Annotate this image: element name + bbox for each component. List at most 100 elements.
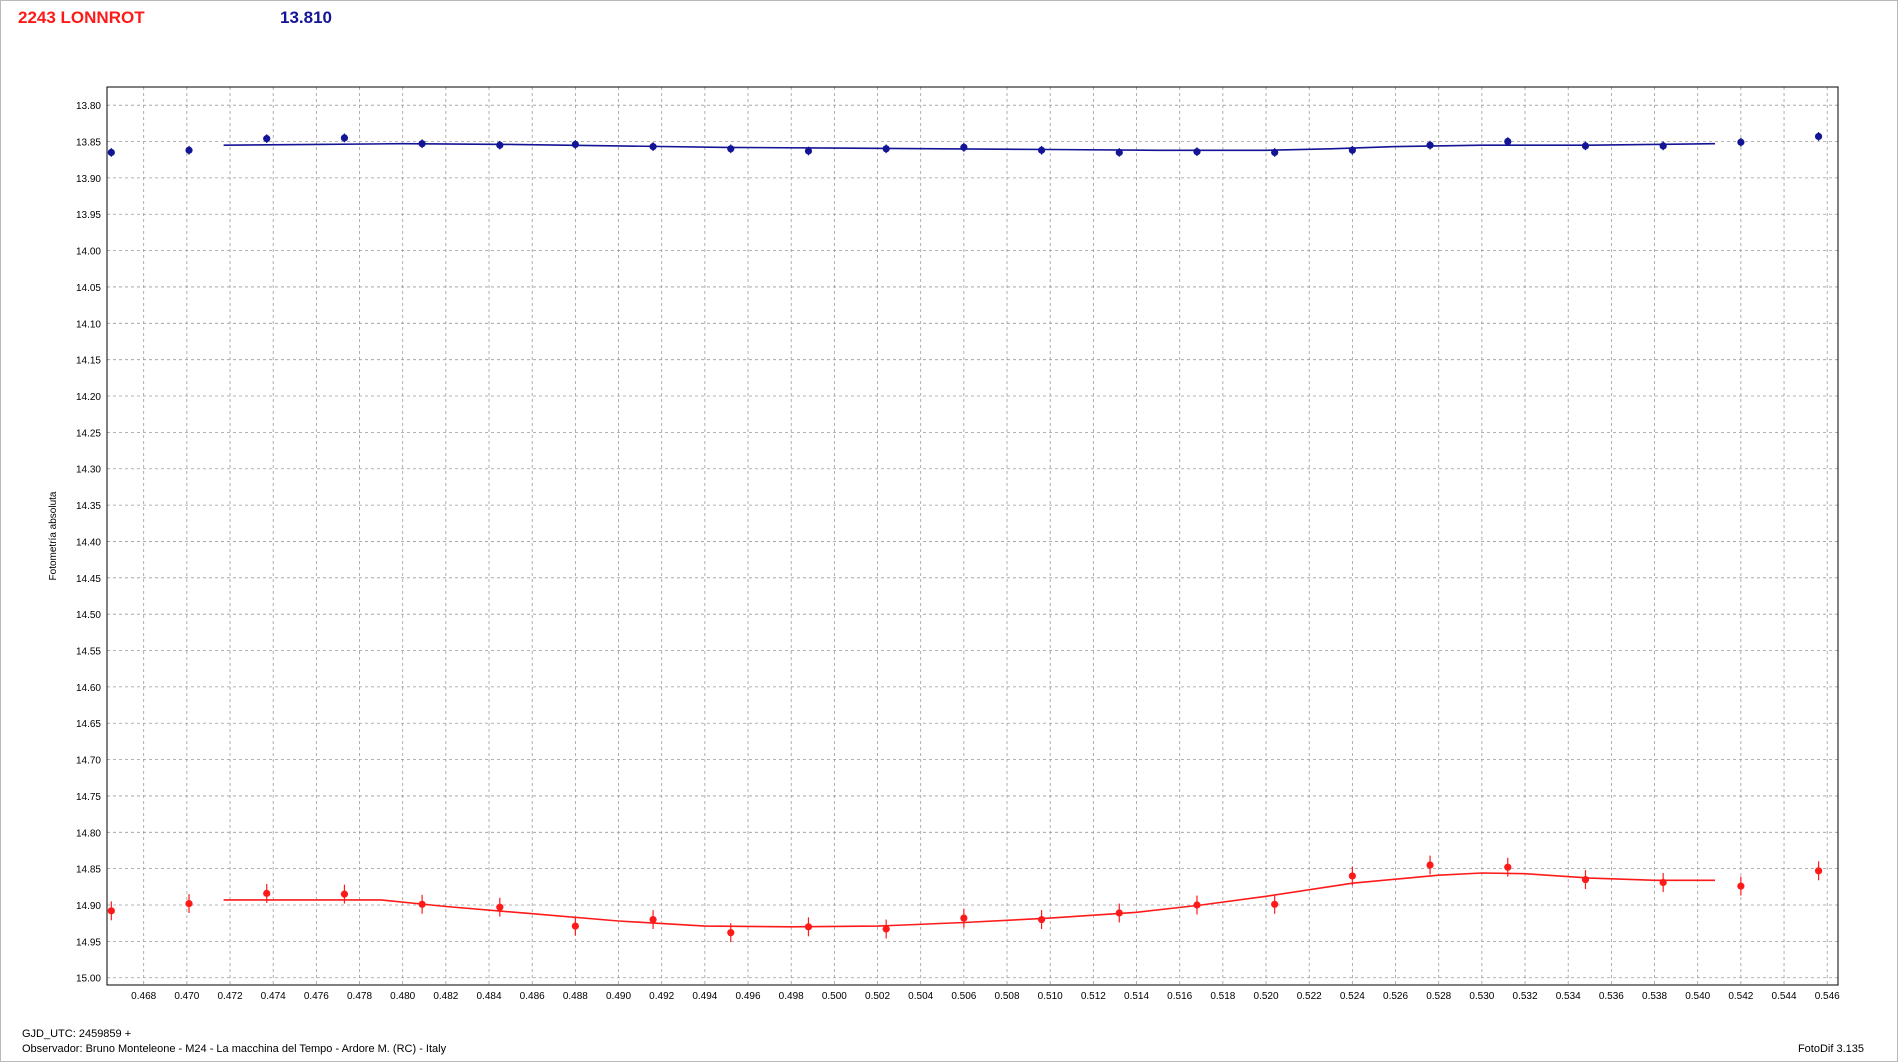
- grid: [107, 87, 1838, 985]
- comparison-series: [107, 132, 1823, 157]
- comparison-data-point: [185, 146, 193, 154]
- target-data-point: [263, 889, 271, 897]
- y-tick-label: 14.50: [76, 610, 101, 621]
- y-tick-label: 14.00: [76, 247, 101, 258]
- x-tick-label: 0.478: [347, 991, 372, 1002]
- target-data-point: [1659, 878, 1667, 887]
- target-data-point: [727, 929, 735, 937]
- x-tick-label: 0.484: [477, 991, 502, 1002]
- comparison-data-point: [1348, 146, 1356, 154]
- comparison-data-point: [1504, 137, 1512, 146]
- x-tick-label: 0.488: [563, 991, 588, 1002]
- target-data-point: [496, 903, 504, 911]
- y-axis-label: Fotometría absoluta: [48, 491, 59, 580]
- y-tick-label: 14.45: [76, 574, 101, 585]
- x-tick-label: 0.474: [261, 991, 286, 1002]
- target-data-point: [107, 907, 115, 915]
- x-tick-label: 0.536: [1599, 991, 1624, 1002]
- x-tick-label: 0.480: [390, 991, 415, 1002]
- comparison-data-point: [1659, 142, 1667, 150]
- x-tick-label: 0.476: [304, 991, 329, 1002]
- x-tick-label: 0.534: [1556, 991, 1581, 1002]
- x-tick-label: 0.546: [1815, 991, 1840, 1002]
- comparison-data-point: [1037, 146, 1046, 154]
- x-tick-label: 0.472: [218, 991, 243, 1002]
- x-tick-label: 0.530: [1469, 991, 1494, 1002]
- target-data-point: [185, 899, 193, 908]
- x-tick-label: 0.494: [692, 991, 717, 1002]
- y-tick-label: 14.35: [76, 501, 101, 512]
- x-tick-label: 0.526: [1383, 991, 1408, 1002]
- comparison-data-point: [1115, 148, 1123, 157]
- y-tick-label: 15.00: [76, 974, 101, 985]
- x-tick-label: 0.508: [995, 991, 1020, 1002]
- x-tick-label: 0.510: [1038, 991, 1063, 1002]
- y-tick-label: 14.10: [76, 319, 101, 330]
- y-tick-label: 13.90: [76, 174, 101, 185]
- light-curve-chart: 0.468 0.470 0.472 0.474 0.476 0.478 0.480 0.482…: [48, 86, 1840, 1002]
- x-tick-label: 0.524: [1340, 991, 1365, 1002]
- y-tick-label: 13.85: [76, 138, 101, 149]
- y-tick-label: 14.55: [76, 647, 101, 658]
- x-tick-label: 0.522: [1297, 991, 1322, 1002]
- x-tick-label: 0.506: [951, 991, 976, 1002]
- comparison-data-point: [1193, 148, 1201, 156]
- comparison-data-point: [340, 134, 349, 142]
- target-data-point: [1814, 867, 1823, 875]
- x-tick-label: 0.504: [908, 991, 933, 1002]
- x-tick-label: 0.520: [1254, 991, 1279, 1002]
- y-tick-label: 14.40: [76, 537, 101, 548]
- series: [107, 132, 1823, 943]
- x-tick-label: 0.542: [1728, 991, 1753, 1002]
- comparison-data-point: [1737, 138, 1745, 146]
- target-data-point: [571, 922, 579, 930]
- comparison-data-point: [1814, 132, 1823, 141]
- comparison-data-point: [571, 140, 579, 149]
- y-tick-label: 14.85: [76, 865, 101, 876]
- y-tick-label: 14.05: [76, 283, 101, 294]
- observer-credit: Observador: Bruno Monteleone - M24 - La …: [22, 1043, 447, 1055]
- x-tick-label: 0.482: [433, 991, 458, 1002]
- target-data-point: [1426, 861, 1434, 869]
- comparison-data-point: [418, 140, 426, 148]
- y-tick-label: 14.75: [76, 792, 101, 803]
- x-tick-label: 0.518: [1210, 991, 1235, 1002]
- x-tick-label: 0.502: [865, 991, 890, 1002]
- comparison-data-point: [107, 148, 115, 157]
- comparison-fit-line: [223, 142, 1716, 152]
- comparison-data-point: [1426, 141, 1434, 149]
- y-tick-label: 14.70: [76, 756, 101, 767]
- comparison-data-point: [496, 141, 504, 149]
- x-tick-label: 0.498: [779, 991, 804, 1002]
- y-tick-label: 14.20: [76, 392, 101, 403]
- x-tick-label: 0.514: [1124, 991, 1149, 1002]
- x-tick-label: 0.486: [520, 991, 545, 1002]
- target-data-point: [1504, 863, 1512, 871]
- x-tick-label: 0.532: [1513, 991, 1538, 1002]
- x-tick-label: 0.540: [1685, 991, 1710, 1002]
- comparison-data-point: [727, 145, 735, 153]
- x-tick-label: 0.500: [822, 991, 847, 1002]
- comparison-data-point: [960, 143, 968, 151]
- x-tick-label: 0.468: [131, 991, 156, 1002]
- comparison-data-point: [804, 147, 813, 155]
- comparison-data-point: [1271, 148, 1279, 157]
- x-tick-label: 0.492: [649, 991, 674, 1002]
- x-tick-label: 0.544: [1772, 991, 1797, 1002]
- y-tick-label: 14.95: [76, 937, 101, 948]
- gjd-label: GJD_UTC: 2459859 +: [22, 1028, 132, 1040]
- target-data-point: [649, 915, 657, 924]
- y-tick-label: 14.15: [76, 356, 101, 367]
- x-tick-labels: 0.468 0.470 0.472 0.474 0.476 0.478 0.480 0.482…: [131, 991, 1840, 1002]
- x-tick-label: 0.470: [174, 991, 199, 1002]
- target-data-point: [804, 923, 813, 931]
- target-data-point: [1581, 875, 1590, 884]
- y-tick-label: 13.80: [76, 101, 101, 112]
- y-tick-label: 14.25: [76, 428, 101, 439]
- target-data-point: [418, 900, 426, 908]
- x-tick-label: 0.516: [1167, 991, 1192, 1002]
- target-data-point: [1193, 901, 1201, 909]
- y-tick-labels: 13.80 13.85 13.90 13.95 14.00 14.05 14.10 14.15…: [76, 101, 101, 985]
- y-tick-label: 14.30: [76, 465, 101, 476]
- x-tick-label: 0.512: [1081, 991, 1106, 1002]
